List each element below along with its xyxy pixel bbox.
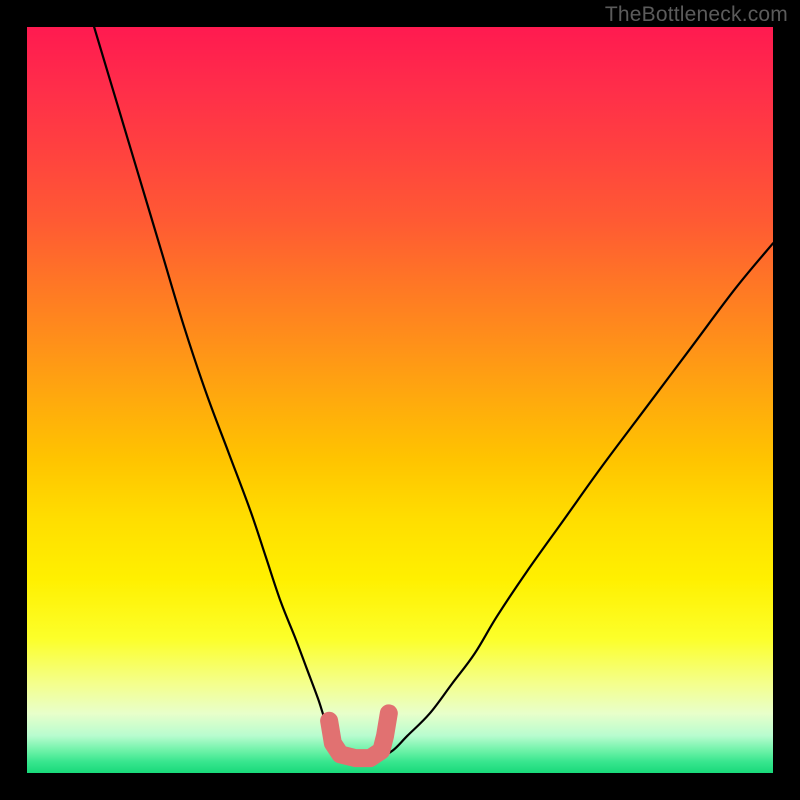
watermark-text: TheBottleneck.com [605, 3, 788, 27]
plot-area [27, 27, 773, 773]
bottleneck-curve [94, 27, 773, 759]
chart-frame: TheBottleneck.com [0, 0, 800, 800]
chart-svg [27, 27, 773, 773]
optimal-marker [329, 713, 389, 758]
